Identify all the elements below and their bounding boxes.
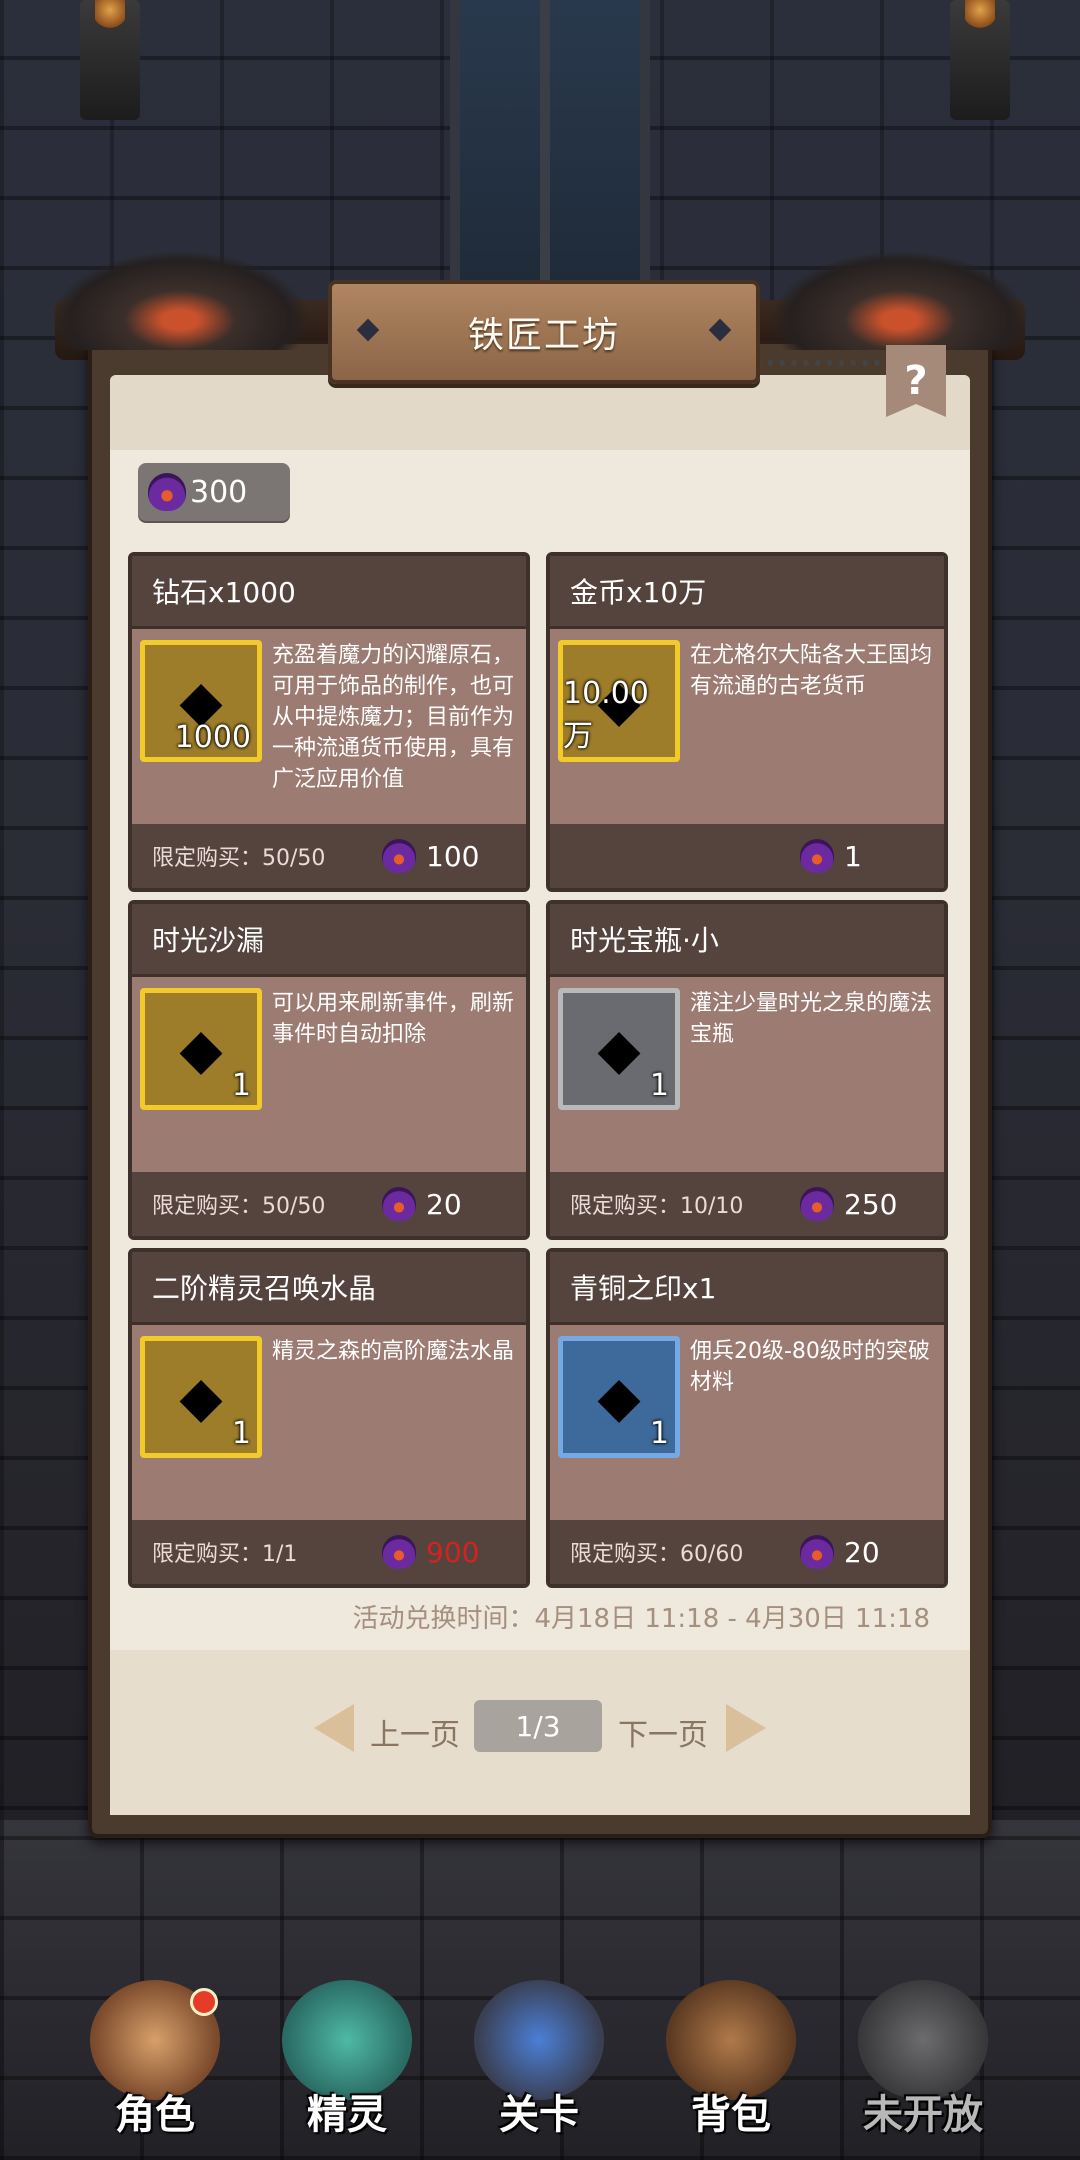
item-description: 充盈着魔力的闪耀原石，可用于饰品的制作，也可从中提炼魔力；目前作为一种流通货币使… — [272, 643, 515, 792]
purple-flame-gem-icon — [148, 473, 186, 511]
page-indicator: 1/3 — [474, 1700, 602, 1752]
card-header: 金币x10万 — [550, 556, 944, 629]
card-footer[interactable]: 限定购买：1/1 900 — [132, 1520, 526, 1584]
purchase-limit: 限定购买：1/1 — [152, 1542, 298, 1567]
prev-page-button[interactable]: 上一页 — [370, 1710, 460, 1754]
item-count: 10.00万 — [563, 676, 649, 754]
title-plank: 铁匠工坊 — [328, 280, 760, 384]
page-title: 铁匠工坊 — [467, 315, 620, 356]
torch-icon — [80, 0, 140, 120]
nav-backpack[interactable]: 背包 — [646, 1970, 816, 2140]
bronze-seal-emblem-icon: ◆ — [597, 1364, 641, 1430]
item-title: 二阶精灵召唤水晶 — [152, 1272, 377, 1305]
bottom-nav: 角色 精灵 关卡 背包 未开放 — [0, 1960, 1080, 2160]
next-page-button[interactable]: 下一页 — [618, 1710, 708, 1754]
nav-label: 未开放 — [863, 2092, 983, 2138]
nav-label: 角色 — [115, 2092, 195, 2138]
item-title: 钻石x1000 — [152, 576, 296, 609]
shop-item-card[interactable]: 青铜之印x1 ◆ 1 佣兵20级-80级时的突破材料 限定购买：60/60 20 — [546, 1248, 948, 1588]
item-slot[interactable]: ◆ 1 — [140, 1336, 262, 1458]
item-title: 时光沙漏 — [152, 924, 265, 957]
item-count: 1 — [231, 1416, 251, 1451]
card-header: 青铜之印x1 — [550, 1252, 944, 1325]
card-footer[interactable]: 限定购买：50/50 20 — [132, 1172, 526, 1236]
purchase-limit: 限定购买：10/10 — [570, 1194, 744, 1219]
plank-stud — [708, 318, 732, 342]
nav-label: 背包 — [691, 2092, 771, 2138]
card-footer[interactable]: 限定购买：50/50 100 — [132, 824, 526, 888]
card-footer[interactable]: 限定购买：60/60 20 — [550, 1520, 944, 1584]
card-header: 时光宝瓶·小 — [550, 904, 944, 977]
prev-arrow-icon[interactable] — [314, 1704, 354, 1752]
item-description: 在尤格尔大陆各大王国均有流通的古老货币 — [690, 643, 933, 699]
card-footer[interactable]: 1 — [550, 824, 944, 888]
purple-flame-gem-icon — [800, 839, 834, 873]
item-price: 250 — [844, 1187, 898, 1221]
notification-dot — [190, 1988, 218, 2016]
item-price: 1 — [844, 839, 862, 873]
purple-flame-gem-icon — [800, 1535, 834, 1569]
purple-flame-gem-icon — [382, 839, 416, 873]
shop-item-card[interactable]: 时光宝瓶·小 ◆ 1 灌注少量时光之泉的魔法宝瓶 限定购买：10/10 250 — [546, 900, 948, 1240]
nav-locked[interactable]: 未开放 — [838, 1970, 1008, 2140]
purple-flame-gem-icon — [800, 1187, 834, 1221]
purple-flame-gem-icon — [382, 1535, 416, 1569]
card-header: 钻石x1000 — [132, 556, 526, 629]
next-arrow-icon[interactable] — [726, 1704, 766, 1752]
purchase-limit: 限定购买：50/50 — [152, 846, 326, 871]
item-price: 900 — [426, 1535, 480, 1569]
golden-crystal-orb-icon: ◆ — [179, 1364, 223, 1430]
pagination: 上一页 1/3 下一页 — [0, 1700, 1080, 1756]
item-title: 时光宝瓶·小 — [570, 924, 719, 957]
currency-balance: 300 — [138, 463, 290, 521]
item-price: 20 — [426, 1187, 462, 1221]
card-header: 时光沙漏 — [132, 904, 526, 977]
shop-item-card[interactable]: 时光沙漏 ◆ 1 可以用来刷新事件，刷新事件时自动扣除 限定购买：50/50 20 — [128, 900, 530, 1240]
card-header: 二阶精灵召唤水晶 — [132, 1252, 526, 1325]
nav-label: 精灵 — [307, 2092, 387, 2138]
purchase-limit: 限定购买：50/50 — [152, 1194, 326, 1219]
shop-item-card[interactable]: 二阶精灵召唤水晶 ◆ 1 精灵之森的高阶魔法水晶限定购买：1/1 900 — [128, 1248, 530, 1588]
item-description: 精灵之森的高阶魔法水晶 — [272, 1339, 515, 1364]
purple-flame-gem-icon — [382, 1187, 416, 1221]
castle-window — [450, 0, 650, 310]
item-slot[interactable]: ◆ 1000 — [140, 640, 262, 762]
item-description: 佣兵20级-80级时的突破材料 — [690, 1339, 930, 1395]
item-title: 金币x10万 — [570, 576, 707, 609]
purchase-limit: 限定购买：60/60 — [570, 1542, 744, 1567]
item-slot[interactable]: ◆ 1 — [558, 1336, 680, 1458]
item-price: 100 — [426, 839, 480, 873]
torch-icon — [950, 0, 1010, 120]
hourglass-icon: ◆ — [179, 1016, 223, 1082]
currency-amount: 300 — [190, 474, 248, 510]
shop-item-card[interactable]: 金币x10万 ◆ 10.00万 在尤格尔大陆各大王国均有流通的古老货币 1 — [546, 552, 948, 892]
weapon-pile-right-decoration — [770, 250, 1030, 350]
nav-stage[interactable]: 关卡 — [454, 1970, 624, 2140]
item-description: 可以用来刷新事件，刷新事件时自动扣除 — [272, 991, 515, 1047]
shop-item-card[interactable]: 钻石x1000 ◆ 1000 充盈着魔力的闪耀原石，可用于饰品的制作，也可从中提炼魔力… — [128, 552, 530, 892]
plank-stud — [356, 318, 380, 342]
item-slot[interactable]: ◆ 10.00万 — [558, 640, 680, 762]
nav-label: 关卡 — [499, 2092, 579, 2138]
item-slot[interactable]: ◆ 1 — [140, 988, 262, 1110]
item-count: 1000 — [174, 720, 251, 755]
item-slot[interactable]: ◆ 1 — [558, 988, 680, 1110]
weapon-pile-left-decoration — [50, 250, 310, 350]
nav-character[interactable]: 角色 — [70, 1970, 240, 2140]
item-title: 青铜之印x1 — [570, 1272, 717, 1305]
event-time: 活动兑换时间：4月18日 11:18 - 4月30日 11:18 — [352, 1604, 930, 1634]
item-count: 1 — [649, 1068, 669, 1103]
item-count: 1 — [649, 1416, 669, 1451]
potion-bottle-icon: ◆ — [597, 1016, 641, 1082]
item-count: 1 — [231, 1068, 251, 1103]
nav-spirit[interactable]: 精灵 — [262, 1970, 432, 2140]
card-footer[interactable]: 限定购买：10/10 250 — [550, 1172, 944, 1236]
item-description: 灌注少量时光之泉的魔法宝瓶 — [690, 991, 933, 1047]
item-price: 20 — [844, 1535, 880, 1569]
